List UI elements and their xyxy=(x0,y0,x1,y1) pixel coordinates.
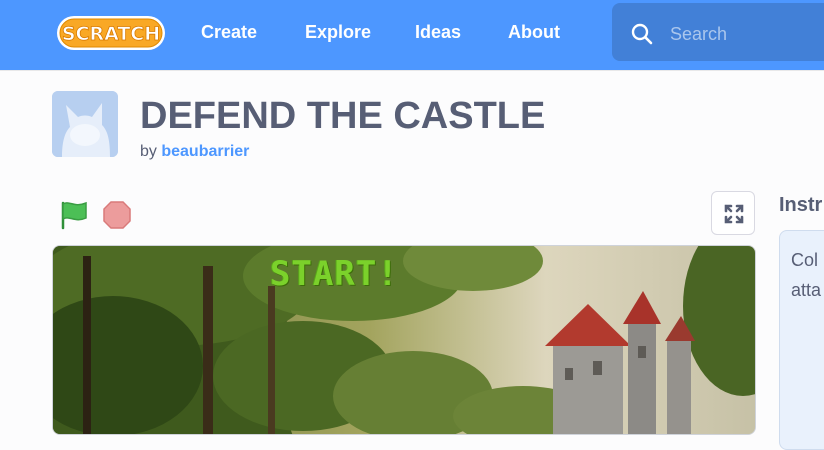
stop-icon[interactable] xyxy=(102,200,132,230)
project-title: DEFEND THE CASTLE xyxy=(140,95,546,137)
nav-create[interactable]: Create xyxy=(201,22,257,42)
scratch-logo[interactable]: SCRATCH xyxy=(55,13,167,53)
search-bar[interactable] xyxy=(612,3,824,61)
green-flag-icon[interactable] xyxy=(58,200,90,230)
project-stage[interactable]: START! xyxy=(52,245,756,435)
cat-avatar xyxy=(52,91,118,157)
search-input[interactable] xyxy=(670,22,820,46)
fullscreen-icon xyxy=(724,204,744,224)
fullscreen-button[interactable] xyxy=(711,191,755,235)
nav-explore[interactable]: Explore xyxy=(305,22,371,42)
top-nav: SCRATCH Create Explore Ideas About xyxy=(0,0,824,70)
start-button[interactable]: START! xyxy=(270,254,399,294)
instructions-heading: Instr xyxy=(779,194,823,216)
instructions-text: Col atta xyxy=(779,230,824,450)
author-avatar[interactable] xyxy=(52,91,118,157)
byline: by beaubarrier xyxy=(140,142,249,162)
nav-about[interactable]: About xyxy=(508,22,560,42)
svg-text:SCRATCH: SCRATCH xyxy=(62,23,160,45)
nav-ideas[interactable]: Ideas xyxy=(415,22,461,42)
by-label: by xyxy=(140,143,157,160)
stage-scene xyxy=(53,246,755,434)
author-link[interactable]: beaubarrier xyxy=(161,143,249,160)
search-icon xyxy=(630,22,654,46)
